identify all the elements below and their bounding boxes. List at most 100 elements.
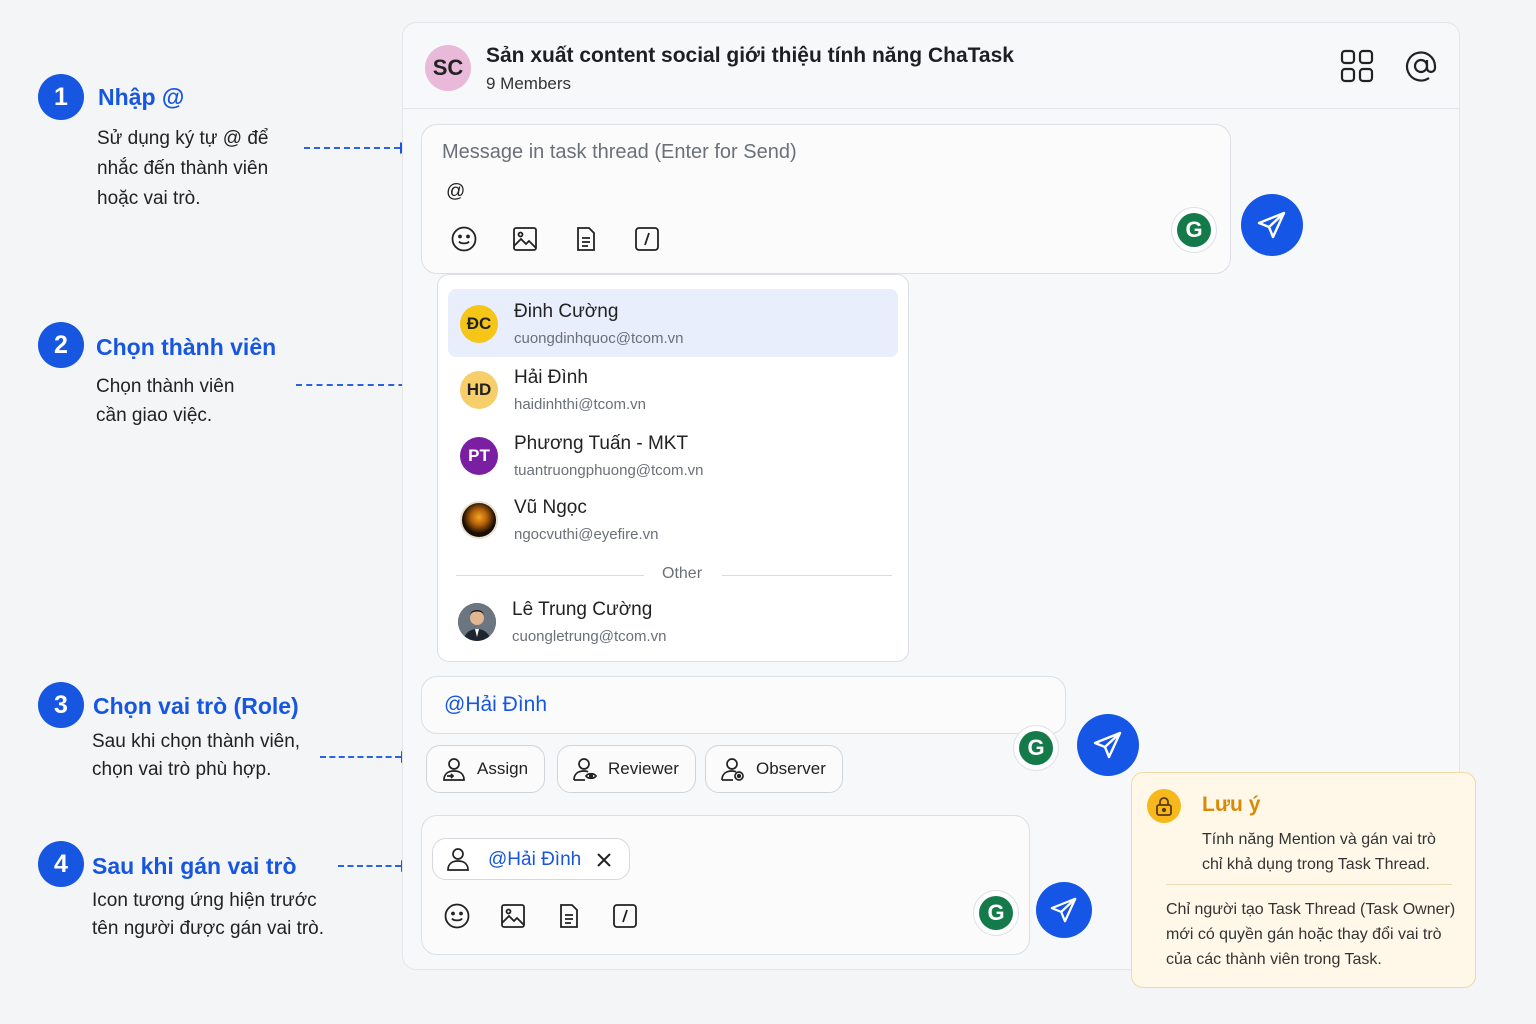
- member-email: cuongletrung@tcom.vn: [512, 628, 667, 645]
- note-text: Chỉ người tạo Task Thread (Task Owner) m…: [1166, 897, 1455, 972]
- step-desc-line: nhắc đến thành viên: [97, 158, 269, 179]
- step-title: Sau khi gán vai trò: [92, 853, 297, 879]
- step-desc-line: cần giao việc.: [96, 405, 213, 426]
- role-reviewer-button[interactable]: Reviewer: [557, 745, 696, 793]
- slash-command-icon[interactable]: [633, 225, 661, 253]
- send-icon: [1093, 731, 1122, 759]
- avatar-photo: [458, 603, 496, 641]
- note-text: Tính năng Mention và gán vai trò chỉ khả…: [1202, 827, 1436, 877]
- step-desc-line: Sử dụng ký tự @ để: [97, 128, 269, 149]
- note-line: Chỉ người tạo Task Thread (Task Owner): [1166, 901, 1456, 918]
- step-title: Chọn vai trò (Role): [93, 693, 299, 719]
- user-review-icon: [573, 758, 598, 781]
- step-desc-line: tên người được gán vai trò.: [92, 918, 325, 939]
- grid-view-icon[interactable]: [1339, 48, 1375, 84]
- avatar: PT: [460, 437, 498, 475]
- role-assign-button[interactable]: Assign: [426, 745, 546, 793]
- thread-avatar: SC: [425, 45, 471, 91]
- member-option[interactable]: PT Phương Tuấn - MKT tuantruongphuong@tc…: [448, 421, 898, 489]
- step-title: Nhập @: [98, 84, 185, 110]
- step-3-arrow: [320, 751, 413, 763]
- lock-icon: [1147, 789, 1181, 823]
- composer-placeholder: Message in task thread (Enter for Send): [442, 141, 797, 163]
- member-name: Hải Đình: [514, 367, 588, 388]
- thread-member-count[interactable]: 9 Members: [486, 74, 571, 94]
- thread-header: SC Sản xuất content social giới thiệu tí…: [403, 23, 1459, 109]
- grammarly-icon: G: [979, 896, 1013, 930]
- avatar: ĐC: [460, 305, 498, 343]
- other-section-label: Other: [662, 565, 703, 582]
- step-desc-line: chọn vai trò phù hợp.: [92, 759, 272, 780]
- role-label: Assign: [477, 759, 529, 778]
- thread-title: Sản xuất content social giới thiệu tính …: [486, 44, 1014, 67]
- user-assign-icon: [443, 758, 465, 781]
- member-name: Đinh Cường: [514, 301, 619, 322]
- member-name: Phương Tuấn - MKT: [514, 433, 689, 454]
- member-name: Vũ Ngọc: [514, 497, 587, 518]
- send-button[interactable]: [1077, 714, 1139, 776]
- step-desc-line: hoặc vai trò.: [97, 188, 201, 209]
- send-button[interactable]: [1241, 194, 1303, 256]
- mention-text: @Hải Đình: [444, 693, 548, 716]
- image-icon[interactable]: [499, 902, 527, 930]
- role-label: Observer: [756, 759, 826, 778]
- assigned-composer[interactable]: @Hải Đình G: [421, 815, 1030, 955]
- send-button[interactable]: [1036, 882, 1092, 938]
- mention-dropdown: ĐC Đinh Cường cuongdinhquoc@tcom.vn HD H…: [437, 274, 909, 662]
- step-title: Chọn thành viên: [96, 334, 277, 360]
- emoji-icon[interactable]: [450, 225, 478, 253]
- note-title: Lưu ý: [1202, 793, 1261, 816]
- member-email: haidinhthi@tcom.vn: [514, 396, 646, 413]
- member-option[interactable]: ĐC Đinh Cường cuongdinhquoc@tcom.vn: [448, 289, 898, 357]
- assigned-mention-chip[interactable]: @Hải Đình: [432, 838, 630, 880]
- member-email: ngocvuthi@eyefire.vn: [514, 526, 659, 543]
- send-icon: [1257, 211, 1286, 239]
- step-number: 1: [38, 74, 84, 120]
- note-card: Lưu ý Tính năng Mention và gán vai trò c…: [1131, 772, 1476, 988]
- grammarly-button[interactable]: G: [1013, 725, 1059, 771]
- image-icon[interactable]: [511, 225, 539, 253]
- composer-typed-text: @: [446, 181, 466, 202]
- avatar: HD: [460, 371, 498, 409]
- member-option[interactable]: Vũ Ngọc ngocvuthi@eyefire.vn: [448, 485, 898, 553]
- step-desc-line: Sau khi chọn thành viên,: [92, 731, 301, 752]
- member-email: cuongdinhquoc@tcom.vn: [514, 330, 684, 347]
- user-observe-icon: [721, 758, 744, 781]
- slash-command-icon[interactable]: [611, 902, 639, 930]
- note-line: mới có quyền gán hoặc thay đổi vai trò: [1166, 926, 1442, 943]
- send-icon: [1050, 897, 1077, 923]
- chip-label: @Hải Đình: [488, 849, 582, 870]
- member-option[interactable]: Lê Trung Cường cuongletrung@tcom.vn: [448, 587, 898, 655]
- member-option[interactable]: HD Hải Đình haidinhthi@tcom.vn: [448, 355, 898, 423]
- role-observer-button[interactable]: Observer: [705, 745, 843, 793]
- divider: [1166, 884, 1452, 885]
- role-label: Reviewer: [608, 759, 679, 778]
- document-icon[interactable]: [572, 225, 600, 253]
- grammarly-button[interactable]: G: [1171, 207, 1217, 253]
- document-icon[interactable]: [555, 902, 583, 930]
- note-line: của các thành viên trong Task.: [1166, 951, 1382, 968]
- step-1-arrow: [304, 142, 412, 154]
- mention-icon[interactable]: [1403, 48, 1439, 84]
- note-line: Tính năng Mention và gán vai trò: [1202, 831, 1436, 848]
- step-number: 4: [38, 841, 84, 887]
- grammarly-button[interactable]: G: [973, 890, 1019, 936]
- step-desc-line: Icon tương ứng hiện trước: [92, 890, 317, 911]
- avatar-photo: [460, 501, 498, 539]
- member-email: tuantruongphuong@tcom.vn: [514, 462, 704, 479]
- grammarly-icon: G: [1177, 213, 1211, 247]
- step-number: 2: [38, 322, 84, 368]
- message-composer[interactable]: Message in task thread (Enter for Send) …: [421, 124, 1231, 274]
- divider: [722, 575, 892, 576]
- step-4-arrow: [338, 860, 413, 872]
- step-number: 3: [38, 682, 84, 728]
- user-assign-icon: [447, 848, 469, 871]
- close-icon[interactable]: [596, 852, 612, 868]
- divider: [456, 575, 644, 576]
- note-line: chỉ khả dụng trong Task Thread.: [1202, 856, 1430, 873]
- emoji-icon[interactable]: [443, 902, 471, 930]
- member-name: Lê Trung Cường: [512, 599, 653, 620]
- step-desc-line: Chọn thành viên: [96, 376, 235, 397]
- grammarly-icon: G: [1019, 731, 1053, 765]
- mention-composer[interactable]: @Hải Đình: [421, 676, 1066, 734]
